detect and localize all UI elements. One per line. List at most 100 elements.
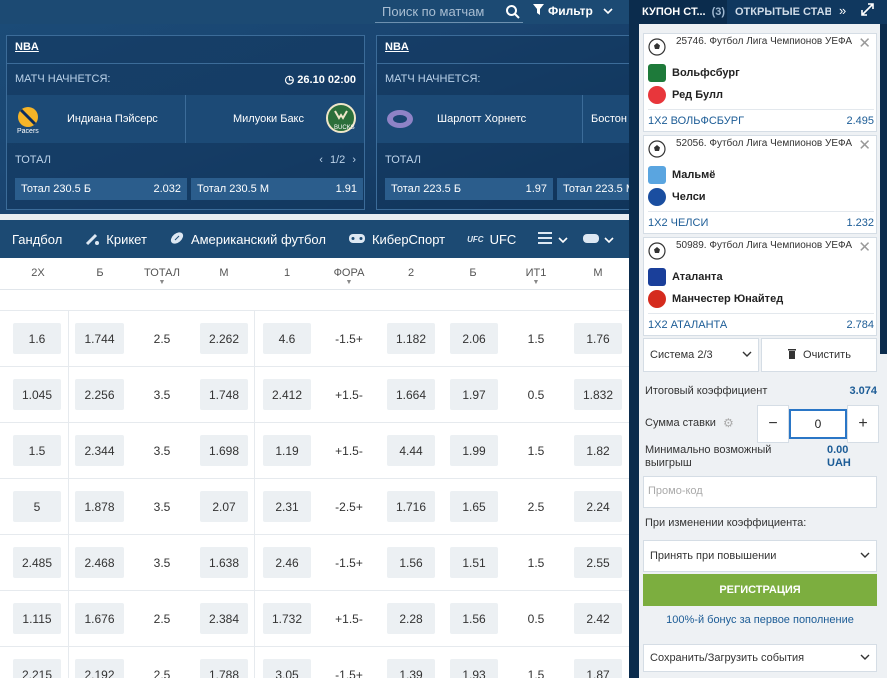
odd-cell[interactable]: 3.05 xyxy=(263,659,311,678)
odd-cell[interactable]: 1.6 xyxy=(13,323,61,354)
odd-button[interactable]: Тотал 223.5 М xyxy=(557,178,629,200)
chevron-right-icon[interactable]: › xyxy=(352,154,356,166)
odd-cell[interactable]: 2.28 xyxy=(387,603,435,634)
odd-button[interactable]: Тотал 230.5 Б 2.032 xyxy=(15,178,187,200)
odd-cell[interactable]: 2.24 xyxy=(574,491,622,522)
chevron-down-icon xyxy=(860,550,870,562)
decrease-stake-button[interactable]: − xyxy=(757,405,789,443)
column-header[interactable]: ФОРА ▼ xyxy=(319,267,379,286)
odd-cell[interactable]: 2.256 xyxy=(75,379,124,410)
search-input[interactable]: Поиск по матчам xyxy=(382,4,484,19)
clear-button[interactable]: Очистить xyxy=(761,338,877,372)
odd-cell[interactable]: 1.744 xyxy=(75,323,124,354)
odd-button[interactable]: Тотал 223.5 Б 1.97 xyxy=(385,178,553,200)
odd-button[interactable]: Тотал 230.5 М 1.91 xyxy=(191,178,363,200)
odd-cell[interactable]: 1.045 xyxy=(13,379,61,410)
promo-code-input[interactable]: Промо-код xyxy=(643,476,877,508)
odd-cell[interactable]: 1.638 xyxy=(200,547,248,578)
odd-cell[interactable]: 1.97 xyxy=(450,379,498,410)
search-box[interactable]: Поиск по матчам xyxy=(375,1,523,23)
odd-cell[interactable]: 1.82 xyxy=(574,435,622,466)
odd-cell[interactable]: 1.698 xyxy=(200,435,248,466)
odd-cell[interactable]: 2.42 xyxy=(574,603,622,634)
odd-cell[interactable]: 5 xyxy=(13,491,61,522)
odd-cell[interactable]: 1.19 xyxy=(263,435,311,466)
accept-select[interactable]: Принять при повышении xyxy=(643,540,877,572)
league-link[interactable]: NBA xyxy=(385,41,409,53)
odd-cell[interactable]: 2.412 xyxy=(263,379,311,410)
tab-coupon[interactable]: КУПОН СТ... (3) xyxy=(639,0,727,24)
odd-cell[interactable]: 2.344 xyxy=(75,435,124,466)
odd-cell[interactable]: 1.65 xyxy=(450,491,498,522)
more-sports-menu[interactable] xyxy=(538,231,568,248)
odd-cell[interactable]: 1.87 xyxy=(574,659,622,678)
bonus-link[interactable]: 100%-й бонус за первое пополнение xyxy=(643,614,877,626)
odd-cell[interactable]: 1.76 xyxy=(574,323,622,354)
odd-cell[interactable]: 2.384 xyxy=(200,603,248,634)
column-header[interactable]: ТОТАЛ ▼ xyxy=(132,267,192,286)
odd-cell[interactable]: 1.832 xyxy=(574,379,622,410)
tab-open-bets[interactable]: ОТКРЫТЫЕ СТАВКИ xyxy=(727,0,831,24)
sport-item-american-football[interactable]: Американский футбол xyxy=(169,230,326,249)
search-icon[interactable] xyxy=(505,4,521,23)
odd-cell[interactable]: 2.31 xyxy=(263,491,311,522)
odd-cell[interactable]: 1.788 xyxy=(200,659,248,678)
home-team[interactable]: Pacers Индиана Пэйсерс xyxy=(7,95,185,143)
column-header[interactable]: ИТ1 ▼ xyxy=(506,267,566,286)
save-load-events[interactable]: Сохранить/Загрузить события xyxy=(643,644,877,672)
odd-cell[interactable]: 2.55 xyxy=(574,547,622,578)
odd-cell[interactable]: 2.485 xyxy=(13,547,61,578)
close-icon[interactable]: ✕ xyxy=(858,136,871,154)
away-team[interactable]: Бостон xyxy=(582,95,629,143)
chevron-left-icon[interactable]: ‹ xyxy=(319,154,323,166)
double-chevron-right-icon[interactable]: » xyxy=(839,3,846,18)
odd-cell[interactable]: 1.182 xyxy=(387,323,435,354)
match-card[interactable]: NBA МАТЧ НАЧНЕТСЯ: Шарлотт Хорнетс Босто… xyxy=(376,35,629,210)
pager[interactable]: ‹ 1/2 › xyxy=(319,154,356,166)
sport-item-ufc[interactable]: UFC UFC xyxy=(467,232,516,247)
odd-cell[interactable]: 1.93 xyxy=(450,659,498,678)
sport-item-esports[interactable]: КиберСпорт xyxy=(348,231,445,248)
away-team[interactable]: Милуоки Бакс BUCKS xyxy=(185,95,364,143)
odd-cell[interactable]: 1.56 xyxy=(450,603,498,634)
close-icon[interactable]: ✕ xyxy=(858,34,871,52)
odd-cell[interactable]: 4.6 xyxy=(263,323,311,354)
expand-icon[interactable] xyxy=(861,3,874,19)
league-link[interactable]: NBA xyxy=(15,41,39,53)
odd-cell[interactable]: 2.262 xyxy=(200,323,248,354)
odd-cell[interactable]: 2.215 xyxy=(13,659,61,678)
home-team[interactable]: Шарлотт Хорнетс xyxy=(377,95,582,143)
svg-text:BUCKS: BUCKS xyxy=(334,125,355,131)
odd-cell[interactable]: 2.46 xyxy=(263,547,311,578)
match-card[interactable]: NBA МАТЧ НАЧНЕТСЯ: ◷ 26.10 02:00 Pacers … xyxy=(6,35,365,210)
odd-cell[interactable]: 1.732 xyxy=(263,603,311,634)
odd-cell[interactable]: 2.468 xyxy=(75,547,124,578)
games-menu[interactable] xyxy=(582,231,614,248)
odd-cell[interactable]: 2.06 xyxy=(450,323,498,354)
odd-cell[interactable]: 1.664 xyxy=(387,379,435,410)
odd-cell[interactable]: 1.115 xyxy=(13,603,61,634)
odd-cell[interactable]: 1.99 xyxy=(450,435,498,466)
bet-slip-scrollbar[interactable] xyxy=(880,24,887,354)
odd-cell[interactable]: 2.192 xyxy=(75,659,124,678)
odd-cell[interactable]: 1.676 xyxy=(75,603,124,634)
gear-icon[interactable]: ⚙ xyxy=(723,416,734,430)
odd-cell[interactable]: 1.39 xyxy=(387,659,435,678)
odd-cell[interactable]: 4.44 xyxy=(387,435,435,466)
register-button[interactable]: РЕГИСТРАЦИЯ xyxy=(643,574,877,606)
close-icon[interactable]: ✕ xyxy=(858,238,871,256)
odd-cell[interactable]: 1.748 xyxy=(200,379,248,410)
sport-item-handball[interactable]: Гандбол xyxy=(12,232,62,247)
filter-button[interactable]: Фильтр xyxy=(533,4,613,18)
odd-cell[interactable]: 1.51 xyxy=(450,547,498,578)
stake-input[interactable]: 0 xyxy=(789,409,847,439)
odd-cell[interactable]: 1.716 xyxy=(387,491,435,522)
sport-item-cricket[interactable]: Крикет xyxy=(84,230,147,249)
increase-stake-button[interactable]: + xyxy=(847,405,879,443)
odd-cell[interactable]: 1.878 xyxy=(75,491,124,522)
hornets-logo-icon xyxy=(385,106,415,132)
system-select[interactable]: Система 2/3 xyxy=(643,338,759,372)
odd-cell[interactable]: 1.56 xyxy=(387,547,435,578)
odd-cell[interactable]: 1.5 xyxy=(13,435,61,466)
odd-cell[interactable]: 2.07 xyxy=(200,491,248,522)
